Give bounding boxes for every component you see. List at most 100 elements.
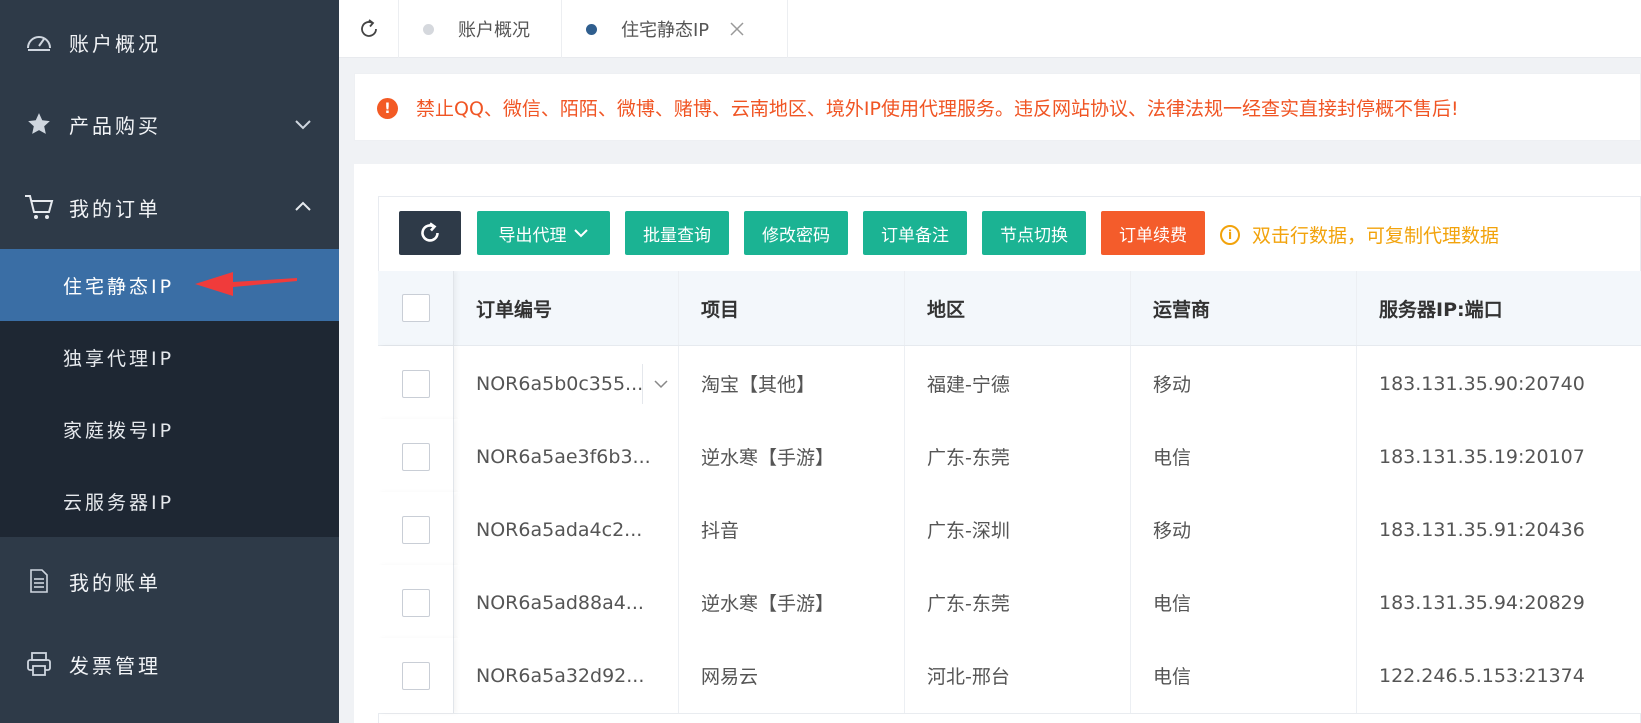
sidebar-item-label: 发票管理: [69, 653, 161, 678]
table-row[interactable]: NOR6a5ada4c2... 抖音 广东-深圳 移动 183.131.35.9…: [378, 492, 1641, 568]
sidebar-item-my-bills[interactable]: 我的账单: [0, 539, 339, 623]
info-icon: i: [1220, 224, 1240, 245]
order-id: NOR6a5ad88a4...: [476, 591, 644, 614]
ip-port-cell: 183.131.35.90:20740: [1379, 372, 1585, 395]
sidebar-item-label: 我的订单: [69, 196, 161, 221]
cart-icon: [24, 192, 54, 222]
sidebar-item-label: 家庭拨号IP: [63, 419, 175, 442]
sidebar-item-invoice-management[interactable]: 发票管理: [0, 622, 339, 706]
notice-text: 禁止QQ、微信、陌陌、微博、赌博、云南地区、境外IP使用代理服务。违反网站协议、…: [416, 97, 1459, 120]
tab-bar: 账户概况 住宅静态IP: [339, 0, 1641, 58]
row-checkbox[interactable]: [401, 369, 430, 398]
warning-icon: !: [377, 98, 398, 119]
table-row[interactable]: NOR6a5ae3f6b3... 逆水寒【手游】 广东-东莞 电信 183.13…: [378, 419, 1641, 495]
sidebar-item-dedicated-proxy-ip[interactable]: 独享代理IP: [0, 321, 339, 393]
row-check-cell: [378, 419, 454, 494]
table-row[interactable]: NOR6a5a32d92... 网易云 河北-邢台 电信 122.246.5.1…: [378, 638, 1641, 714]
tab-label: 住宅静态IP: [621, 20, 710, 41]
refresh-icon: [421, 222, 439, 242]
row-check-cell: [378, 638, 454, 713]
order-note-button[interactable]: 订单备注: [863, 211, 967, 255]
ip-port-cell: 122.246.5.153:21374: [1379, 664, 1585, 687]
header-server-ip-port[interactable]: 服务器IP:端口: [1357, 271, 1641, 345]
tab-residential-static-ip[interactable]: 住宅静态IP: [562, 0, 788, 58]
document-icon: [24, 566, 54, 596]
copy-hint: i 双击行数据，可复制代理数据: [1220, 221, 1499, 248]
order-id: NOR6a5a32d92...: [476, 664, 645, 687]
sidebar-item-account-overview[interactable]: 账户概况: [0, 0, 339, 84]
operator-cell: 电信: [1131, 565, 1357, 640]
operator-cell: 移动: [1131, 346, 1357, 421]
row-checkbox[interactable]: [401, 515, 430, 544]
sidebar-item-label: 云服务器IP: [63, 491, 175, 514]
chevron-up-icon: [293, 197, 313, 217]
sidebar-item-label: 独享代理IP: [63, 347, 175, 370]
dashboard-icon: [24, 27, 54, 57]
order-id: NOR6a5ada4c2...: [476, 518, 643, 541]
region-cell: 福建-宁德: [905, 346, 1131, 421]
tab-status-dot: [586, 23, 597, 35]
batch-query-button[interactable]: 批量查询: [625, 211, 729, 255]
table-header: 订单编号 项目 地区 运营商 服务器IP:端口: [378, 271, 1641, 346]
item-cell: 逆水寒【手游】: [679, 565, 905, 640]
row-checkbox[interactable]: [401, 442, 430, 471]
select-all-checkbox[interactable]: [401, 294, 430, 322]
item-cell: 淘宝【其他】: [679, 346, 905, 421]
sidebar-item-label: 账户概况: [69, 31, 161, 56]
sidebar-item-home-dialup-ip[interactable]: 家庭拨号IP: [0, 393, 339, 465]
orders-table: 订单编号 项目 地区 运营商 服务器IP:端口 NOR6a5b0c355... …: [378, 271, 1641, 723]
switch-node-button[interactable]: 节点切换: [982, 211, 1086, 255]
row-checkbox[interactable]: [401, 588, 430, 617]
row-check-cell: [378, 565, 454, 640]
ip-port-cell: 183.131.35.91:20436: [1379, 518, 1585, 541]
chevron-down-icon: [573, 225, 589, 241]
renew-order-button[interactable]: 订单续费: [1101, 211, 1205, 255]
header-order-id[interactable]: 订单编号: [454, 271, 679, 345]
header-region[interactable]: 地区: [905, 271, 1131, 345]
ip-port-cell: 183.131.35.19:20107: [1379, 445, 1585, 468]
row-check-cell: [378, 346, 454, 421]
star-icon: [24, 109, 54, 139]
warning-notice: ! 禁止QQ、微信、陌陌、微博、赌博、云南地区、境外IP使用代理服务。违反网站协…: [354, 73, 1641, 141]
row-check-cell: [378, 492, 454, 567]
region-cell: 广东-深圳: [905, 492, 1131, 567]
tab-label: 账户概况: [458, 20, 530, 41]
change-password-button[interactable]: 修改密码: [744, 211, 848, 255]
table-row[interactable]: NOR6a5b0c355... 淘宝【其他】 福建-宁德 移动 183.131.…: [378, 346, 1641, 422]
tab-account-overview[interactable]: 账户概况: [399, 0, 562, 58]
region-cell: 广东-东莞: [905, 419, 1131, 494]
annotation-arrow-icon: [195, 272, 297, 296]
operator-cell: 移动: [1131, 492, 1357, 567]
order-id: NOR6a5b0c355...: [476, 372, 644, 395]
row-expand-button[interactable]: [642, 364, 678, 404]
order-id-cell: NOR6a5a32d92...: [454, 638, 679, 713]
header-item[interactable]: 项目: [679, 271, 905, 345]
region-cell: 河北-邢台: [905, 638, 1131, 713]
close-icon[interactable]: [729, 21, 745, 37]
operator-cell: 电信: [1131, 419, 1357, 494]
sidebar-item-cloud-server-ip[interactable]: 云服务器IP: [0, 465, 339, 537]
header-operator[interactable]: 运营商: [1131, 271, 1357, 345]
reload-tab-button[interactable]: [339, 0, 399, 58]
order-id-cell: NOR6a5ada4c2...: [454, 492, 679, 567]
order-id-cell: NOR6a5ad88a4...: [454, 565, 679, 640]
refresh-button[interactable]: [399, 211, 461, 255]
select-all-cell: [378, 271, 454, 345]
operator-cell: 电信: [1131, 638, 1357, 713]
sidebar-item-label: 我的账单: [69, 570, 161, 595]
refresh-icon: [360, 19, 377, 37]
item-cell: 逆水寒【手游】: [679, 419, 905, 494]
export-proxy-button[interactable]: 导出代理: [477, 211, 610, 255]
sidebar: 账户概况 产品购买 我的订单 住宅静态IP 独享代理IP 家庭拨号IP 云服务器…: [0, 0, 339, 723]
ip-port-cell: 183.131.35.94:20829: [1379, 591, 1585, 614]
row-checkbox[interactable]: [401, 661, 430, 690]
item-cell: 网易云: [679, 638, 905, 713]
sidebar-item-product-purchase[interactable]: 产品购买: [0, 82, 339, 166]
chevron-down-icon: [653, 380, 668, 389]
item-cell: 抖音: [679, 492, 905, 567]
sidebar-item-label: 产品购买: [69, 113, 161, 138]
order-id-cell: NOR6a5b0c355...: [454, 346, 679, 421]
table-row[interactable]: NOR6a5ad88a4... 逆水寒【手游】 广东-东莞 电信 183.131…: [378, 565, 1641, 641]
sidebar-item-my-orders[interactable]: 我的订单: [0, 165, 339, 249]
chevron-down-icon: [293, 114, 313, 134]
